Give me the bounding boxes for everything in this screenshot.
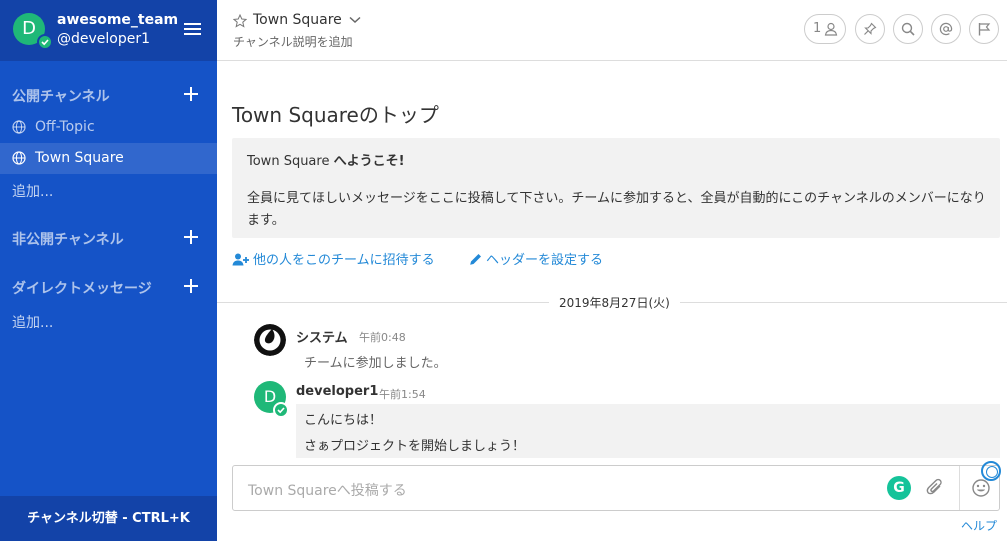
channel-name[interactable]: Town Square — [253, 12, 342, 28]
flag-icon — [978, 23, 991, 36]
pin-icon — [864, 22, 877, 35]
flagged-posts-button[interactable] — [969, 14, 999, 44]
sidebar-item-label: Town Square — [35, 150, 124, 166]
help-link[interactable]: ヘルプ — [961, 517, 997, 534]
set-header-link[interactable]: ヘッダーを設定する — [469, 249, 603, 268]
post-message: こんにちは！ — [304, 413, 383, 428]
sidebar: D awesome_team @developer1 公開チャンネル Off-T… — [0, 0, 217, 541]
team-header[interactable]: D awesome_team @developer1 — [0, 0, 217, 61]
globe-icon — [12, 151, 26, 165]
mattermost-logo-icon — [254, 324, 286, 356]
pencil-icon — [470, 254, 481, 265]
message-placeholder: Town Squareへ投稿する — [248, 483, 407, 499]
add-more-dm-link[interactable]: 追加... — [12, 312, 53, 332]
invite-members-label: 他の人をこのチームに招待する — [253, 253, 435, 268]
channel-description[interactable]: チャンネル説明を追加 — [233, 33, 353, 50]
online-status-icon — [37, 34, 53, 50]
public-channels-title: 公開チャンネル — [12, 89, 110, 105]
intro-welcome-suffix: へようこそ! — [333, 154, 405, 169]
notification-ring-icon[interactable] — [981, 461, 1001, 481]
search-button[interactable] — [893, 14, 923, 44]
intro-welcome-channel: Town Square — [247, 154, 330, 169]
post-time[interactable]: 午前1:54 — [379, 386, 426, 402]
grammarly-glyph: G — [893, 480, 905, 496]
online-status-icon — [273, 402, 289, 418]
sidebar-item-town-square[interactable]: Town Square — [0, 143, 217, 174]
channel-intro-title: Town Squareのトップ — [232, 103, 439, 127]
member-list-button[interactable]: 1 — [804, 14, 846, 44]
date-separator: 2019年8月27日(火) — [549, 294, 680, 311]
paperclip-icon[interactable] — [926, 478, 944, 498]
input-separator — [959, 466, 960, 510]
grammarly-icon[interactable]: G — [887, 476, 911, 500]
set-header-label: ヘッダーを設定する — [486, 253, 604, 268]
emoji-icon[interactable] — [971, 478, 991, 498]
message-input[interactable]: Town Squareへ投稿する G — [232, 465, 1000, 511]
star-icon[interactable] — [233, 14, 247, 28]
add-more-channels-link[interactable]: 追加... — [12, 181, 53, 201]
direct-messages-title: ダイレクトメッセージ — [12, 281, 152, 297]
channel-switcher-button[interactable]: チャンネル切替 - CTRL+K — [0, 496, 217, 541]
add-user-icon — [232, 253, 249, 266]
post-author[interactable]: システム — [296, 327, 348, 346]
post-message: さぁプロジェクトを開始しましょう！ — [304, 439, 526, 454]
post-time[interactable]: 午前0:48 — [359, 329, 406, 345]
at-mention-icon — [939, 22, 953, 36]
add-public-channel-button[interactable] — [183, 86, 199, 102]
post-author[interactable]: developer1 — [296, 384, 378, 399]
intro-description: 全員に見てほしいメッセージをここに投稿して下さい。チームに参加すると、全員が自動… — [247, 191, 986, 228]
team-name[interactable]: awesome_team — [57, 12, 178, 28]
add-direct-message-button[interactable] — [183, 278, 199, 294]
mentions-button[interactable] — [931, 14, 961, 44]
sidebar-item-off-topic[interactable]: Off-Topic — [0, 112, 217, 143]
hamburger-menu-icon[interactable] — [184, 23, 201, 37]
post-message: チームに参加しました。 — [304, 356, 447, 371]
private-channels-title: 非公開チャンネル — [12, 232, 124, 248]
current-username: @developer1 — [57, 31, 151, 47]
intro-welcome: Town Square へようこそ! — [247, 150, 405, 169]
channel-header: Town Square チャンネル説明を追加 1 — [217, 0, 1007, 61]
member-count: 1 — [813, 21, 822, 36]
add-private-channel-button[interactable] — [183, 229, 199, 245]
member-icon — [824, 22, 838, 36]
globe-icon — [12, 120, 26, 134]
chevron-down-icon[interactable] — [349, 16, 361, 24]
sidebar-item-label: Off-Topic — [35, 119, 95, 135]
channel-intro-box: Town Square へようこそ! 全員に見てほしいメッセージをここに投稿して… — [232, 138, 1000, 238]
search-icon — [901, 22, 915, 36]
pinned-messages-button[interactable] — [855, 14, 885, 44]
invite-members-link[interactable]: 他の人をこのチームに招待する — [232, 249, 435, 268]
